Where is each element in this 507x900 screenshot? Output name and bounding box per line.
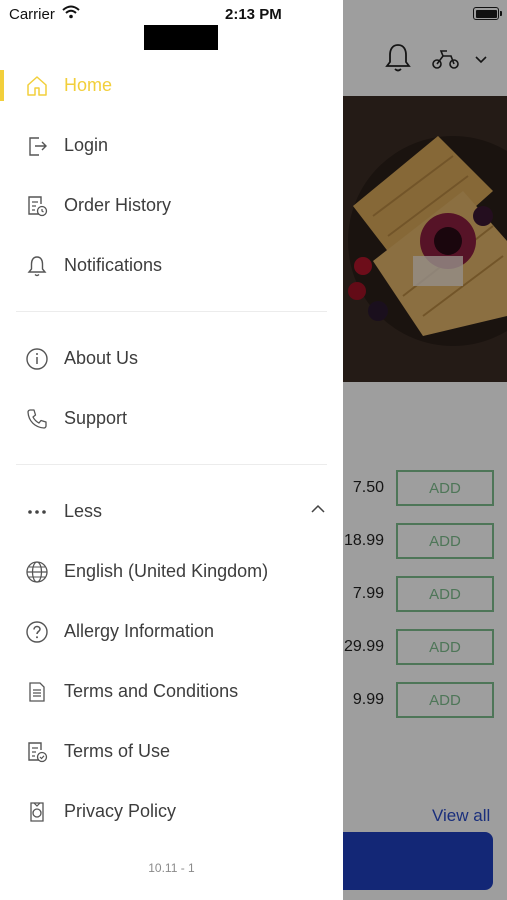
carrier-label: Carrier [9,6,55,23]
menu-item-label: Allergy Information [64,621,215,641]
menu-item-label: Login [64,135,109,155]
menu-item-label: English (United Kingdom) [64,561,269,581]
chevron-up-icon [311,504,325,513]
phone-icon [24,406,50,432]
order-history-icon [24,193,50,219]
menu-item-login[interactable]: Login [0,123,343,167]
menu-item-terms-and-conditions[interactable]: Terms and Conditions [0,669,343,713]
wifi-icon [62,5,80,19]
menu-item-home[interactable]: Home [0,63,343,107]
menu-divider [16,311,327,312]
brand-logo [144,25,218,50]
battery-icon [473,7,502,20]
bell-icon [24,253,50,279]
login-icon [24,133,50,159]
menu-item-label: Terms and Conditions [64,681,239,701]
home-icon [24,73,50,99]
menu-item-label: Order History [64,195,172,215]
menu-item-order-history[interactable]: Order History [0,183,343,227]
menu-item-label: Terms of Use [64,741,171,761]
privacy-icon [24,799,50,825]
menu-item-label: Home [64,75,113,95]
menu-item-support[interactable]: Support [0,396,343,440]
status-time: 2:13 PM [225,6,282,23]
menu-item-label: Less [64,501,103,521]
app-version: 10.11 - 1 [148,861,195,875]
menu-item-notifications[interactable]: Notifications [0,243,343,287]
more-dots-icon [24,499,50,525]
menu-item-label: Notifications [64,255,163,275]
document-icon [24,679,50,705]
menu-item-about-us[interactable]: About Us [0,336,343,380]
menu-item-allergy-information[interactable]: Allergy Information [0,609,343,653]
menu-item-label: About Us [64,348,139,368]
side-drawer: Home Login Order History Notifications A… [0,0,343,900]
menu-item-label: Privacy Policy [64,801,177,821]
menu-item-language[interactable]: English (United Kingdom) [0,549,343,593]
menu-item-terms-of-use[interactable]: Terms of Use [0,729,343,773]
menu-item-label: Support [64,408,128,428]
info-icon [24,346,50,372]
menu-item-less-toggle[interactable]: Less [0,489,343,533]
globe-icon [24,559,50,585]
question-icon [24,619,50,645]
document-check-icon [24,739,50,765]
status-bar: Carrier 2:13 PM [0,0,507,28]
menu-divider [16,464,327,465]
menu-item-privacy-policy[interactable]: Privacy Policy [0,789,343,833]
